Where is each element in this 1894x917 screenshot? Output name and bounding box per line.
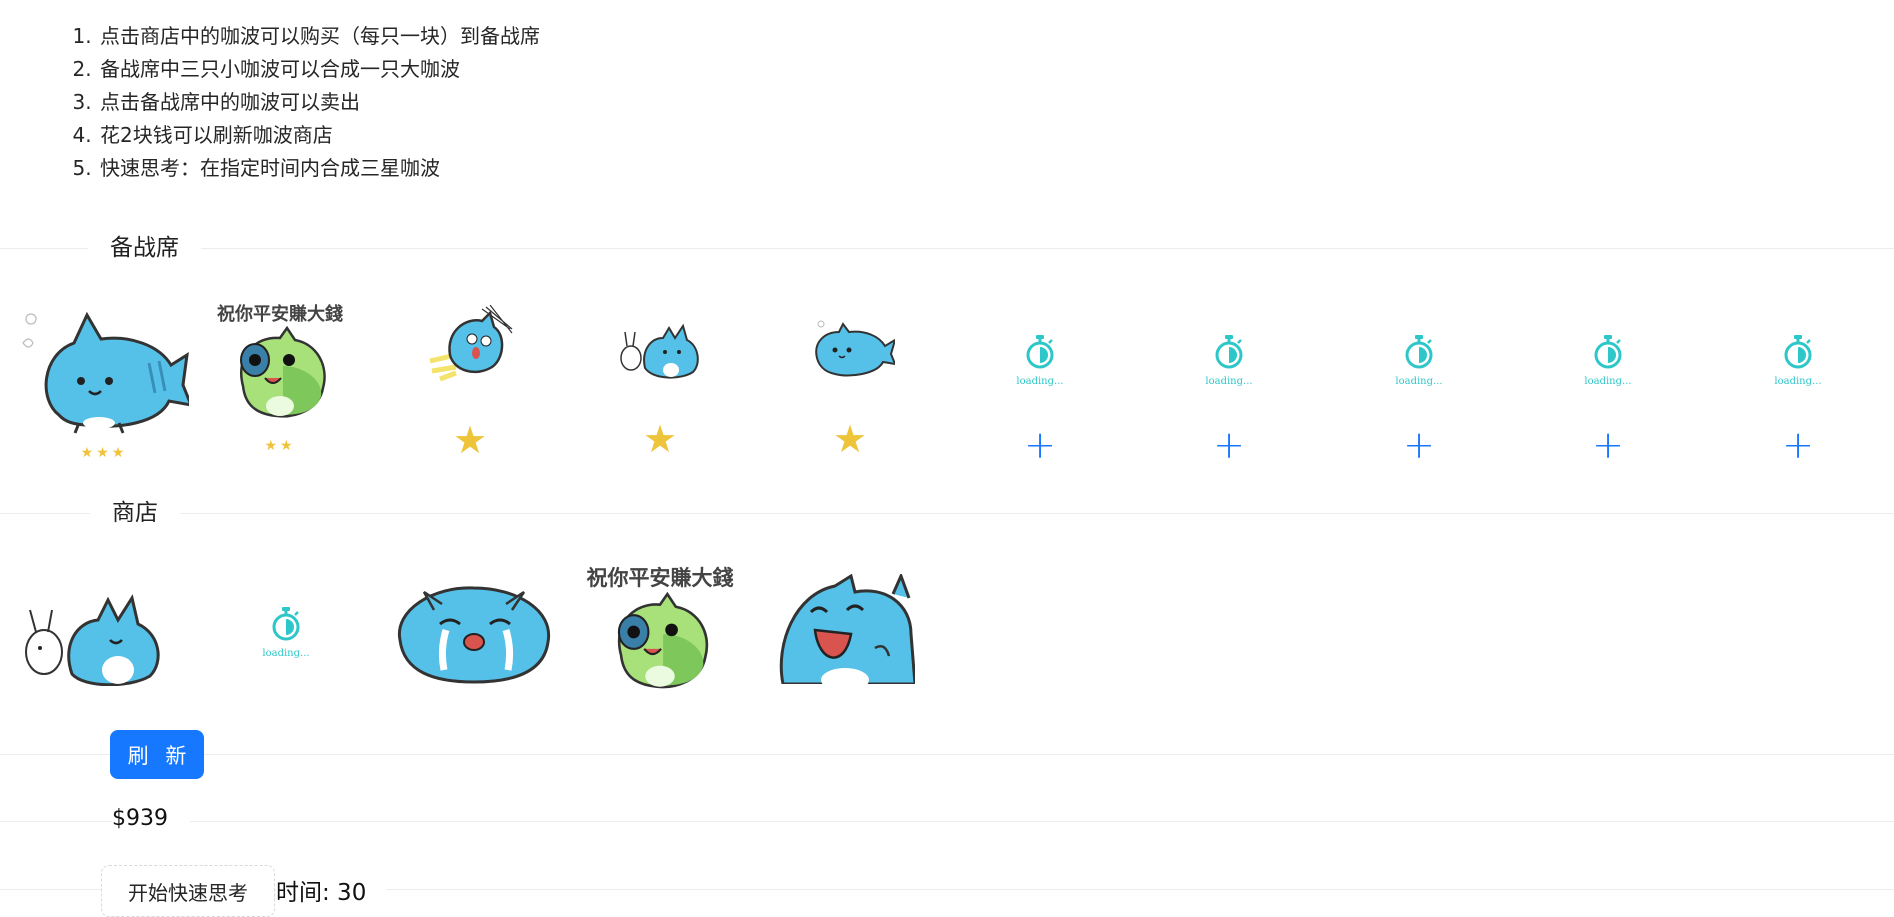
loading-indicator: loading... [246,606,326,659]
star-rating: ★ [832,417,868,461]
bench-slot-8[interactable]: loading... + [1379,334,1459,464]
bench-title: 备战席 [88,232,201,264]
loading-text: loading... [1584,376,1632,387]
fish-cat-sprite[interactable] [805,318,895,378]
green-frog-cat-sprite[interactable] [600,592,720,692]
shop-item-3[interactable] [394,580,554,690]
bench-slot-10[interactable]: loading... + [1758,334,1838,464]
add-to-bench-icon[interactable]: + [1568,426,1648,464]
add-to-bench-icon[interactable]: + [1758,426,1838,464]
rule-item: 点击商店中的咖波可以购买（每只一块）到备战席 [98,20,540,53]
rule-item: 花2块钱可以刷新咖波商店 [98,119,540,152]
shop-item-5[interactable] [775,574,915,686]
bench-divider: 备战席 [0,232,1894,264]
loading-indicator: loading... [1000,334,1080,387]
bunny-cat-sprite[interactable] [14,590,174,686]
bench-slot-1[interactable]: ★★★ [14,305,194,465]
refresh-shop-button[interactable]: 刷 新 [110,730,204,779]
stopwatch-icon [1784,335,1812,369]
crying-cat-sprite[interactable] [394,580,554,686]
star-rating: ★ [452,418,488,462]
loading-indicator: loading... [1189,334,1269,387]
bunny-cat-sprite[interactable] [615,320,705,380]
stopwatch-icon [1594,335,1622,369]
money-divider [0,821,1894,822]
shop-item-1[interactable] [14,590,174,690]
stopwatch-icon [1215,335,1243,369]
blue-fish-cat-sprite[interactable] [19,305,189,435]
timer-display: 时间: 30 [276,873,387,907]
bench-slot-9[interactable]: loading... + [1568,334,1648,464]
loading-text: loading... [262,648,310,659]
star-rating: ★★★ [80,445,128,461]
loading-text: loading... [1205,376,1253,387]
shop-title: 商店 [90,497,180,529]
loading-indicator: loading... [1758,334,1838,387]
rule-item: 点击备战席中的咖波可以卖出 [98,86,540,119]
bench-slot-3[interactable]: ★ [400,305,540,465]
stopwatch-icon [272,607,300,641]
green-frog-cat-sprite[interactable] [225,326,335,421]
shop-divider: 商店 [0,497,1894,529]
star-rating: ★ [642,417,678,461]
refresh-divider [0,754,1894,755]
shop-item-2[interactable]: loading... [246,606,326,676]
loading-text: loading... [1395,376,1443,387]
loading-indicator: loading... [1379,334,1459,387]
money-display: $939 [112,806,190,831]
loading-indicator: loading... [1568,334,1648,387]
sprite-caption: 祝你平安賺大錢 [217,304,343,325]
loading-text: loading... [1774,376,1822,387]
rule-item: 备战席中三只小咖波可以合成一只大咖波 [98,53,540,86]
rules-list: 点击商店中的咖波可以购买（每只一块）到备战席 备战席中三只小咖波可以合成一只大咖… [76,20,540,185]
bench-slot-2[interactable]: 祝你平安賺大錢 ★★ [205,300,355,460]
loading-text: loading... [1016,376,1064,387]
stopwatch-icon [1026,335,1054,369]
bench-slot-6[interactable]: loading... + [1000,334,1080,464]
bench-slot-5[interactable]: ★ [800,318,900,458]
rule-item: 快速思考：在指定时间内合成三星咖波 [98,152,540,185]
laughing-cat-sprite[interactable] [775,574,915,684]
sprite-caption: 祝你平安賺大錢 [586,565,734,590]
add-to-bench-icon[interactable]: + [1000,426,1080,464]
star-rating: ★★ [264,438,296,454]
add-to-bench-icon[interactable]: + [1379,426,1459,464]
start-quick-think-button[interactable]: 开始快速思考 [101,865,275,917]
bench-slot-4[interactable]: ★ [600,320,720,460]
add-to-bench-icon[interactable]: + [1189,426,1269,464]
shop-item-4[interactable]: 祝你平安賺大錢 [580,562,740,692]
bench-slot-7[interactable]: loading... + [1189,334,1269,464]
shocked-cat-sprite[interactable] [420,305,520,385]
stopwatch-icon [1405,335,1433,369]
